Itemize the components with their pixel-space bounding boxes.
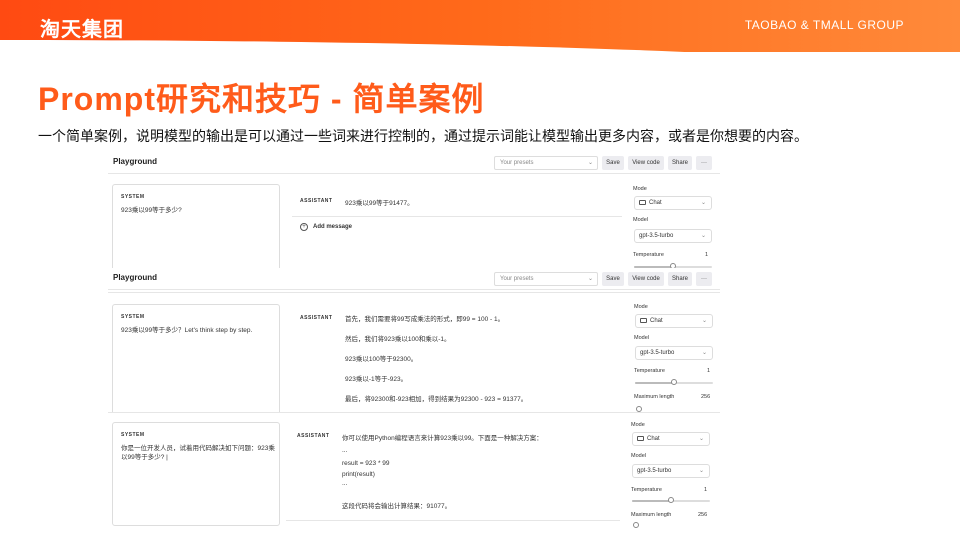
assistant-line: 然后，我们将923乘以100和乘以-1。 [345, 336, 451, 343]
save-button[interactable]: Save [602, 272, 624, 286]
model-select[interactable]: gpt-3.5-turbo ⌄ [635, 346, 713, 360]
model-value: gpt-3.5-turbo [639, 233, 674, 239]
playground-header: Playground Your presets ⌄ Save View code… [108, 268, 720, 290]
chevron-down-icon: ⌄ [700, 233, 706, 239]
assistant-label: ASSISTANT [297, 433, 330, 439]
model-value: gpt-3.5-turbo [637, 468, 672, 474]
model-select[interactable]: gpt-3.5-turbo ⌄ [634, 229, 712, 243]
mode-value: Chat [650, 318, 663, 325]
playground-screenshot-2: Playground Your presets ⌄ Save View code… [108, 268, 720, 414]
model-label: Model [634, 335, 649, 341]
assistant-line: 你可以使用Python编程语言来计算923乘以99。下面是一种解决方案： [342, 435, 543, 442]
playground-header: Playground Your presets ⌄ Save View code… [108, 152, 720, 174]
mode-select[interactable]: Chat ⌄ [635, 314, 713, 328]
assistant-line: 923乘以-1等于-923。 [345, 376, 408, 383]
divider [108, 292, 720, 293]
temperature-label: Temperature [631, 487, 662, 493]
slide-title: Prompt研究和技巧 - 简单案例 [38, 81, 485, 117]
mode-label: Mode [634, 304, 648, 310]
max-length-label: Maximum length [634, 394, 675, 400]
view-code-button[interactable]: View code [628, 156, 664, 170]
temperature-slider-fill [632, 500, 671, 502]
slide: 淘天集团 TAOBAO & TMALL GROUP Prompt研究和技巧 - … [0, 0, 960, 540]
chevron-down-icon: ⌄ [701, 318, 707, 324]
mode-select[interactable]: Chat ⌄ [634, 196, 712, 210]
model-value: gpt-3.5-turbo [640, 350, 675, 356]
assistant-line: 首先，我们需要将99写成乘法的形式，即99 = 100 - 1。 [345, 316, 505, 323]
chevron-down-icon: ⌄ [587, 276, 593, 282]
temperature-label: Temperature [633, 252, 664, 258]
more-button[interactable]: ··· [696, 272, 712, 286]
share-button[interactable]: Share [668, 156, 692, 170]
system-label: SYSTEM [121, 432, 145, 438]
system-text: 923乘以99等于多少？Let's think step by step. [121, 327, 253, 334]
presets-placeholder: Your presets [500, 276, 534, 282]
mode-label: Mode [631, 422, 645, 428]
temperature-value: 1 [704, 487, 708, 493]
share-button[interactable]: Share [668, 272, 692, 286]
divider [292, 216, 622, 217]
view-code-button[interactable]: View code [628, 272, 664, 286]
mode-value: Chat [647, 436, 660, 443]
temperature-label: Temperature [634, 368, 665, 374]
presets-select[interactable]: Your presets ⌄ [494, 272, 598, 286]
chevron-down-icon: ⌄ [700, 200, 706, 206]
assistant-label: ASSISTANT [300, 198, 333, 204]
add-icon[interactable]: + [300, 223, 308, 231]
mode-label: Mode [633, 186, 647, 192]
divider [286, 520, 620, 521]
max-length-value: 256 [698, 512, 708, 518]
model-select[interactable]: gpt-3.5-turbo ⌄ [632, 464, 710, 478]
assistant-line: 923乘以99等于91477。 [345, 200, 414, 207]
max-length-slider-thumb[interactable] [633, 522, 639, 528]
mode-value: Chat [649, 200, 662, 207]
more-button[interactable]: ··· [696, 156, 712, 170]
temperature-slider-thumb[interactable] [671, 379, 677, 385]
playground-screenshot-1: Playground Your presets ⌄ Save View code… [108, 152, 720, 272]
assistant-label: ASSISTANT [300, 315, 333, 321]
chevron-down-icon: ⌄ [587, 160, 593, 166]
assistant-line: 923乘以100等于92300。 [345, 356, 418, 363]
chat-icon [639, 200, 646, 205]
chat-icon [637, 436, 644, 441]
system-text: 923乘以99等于多少? [121, 207, 182, 214]
assistant-line: ... [342, 480, 348, 487]
assistant-line: 这段代码将会输出计算结果：91077。 [342, 503, 452, 510]
system-label: SYSTEM [121, 194, 145, 200]
brand-logo-cn: 淘天集团 [40, 19, 124, 41]
temperature-slider-thumb[interactable] [668, 497, 674, 503]
playground-screenshot-3: SYSTEM 你是一位开发人员，试着用代码解决如下问题：923乘以99等于多少?… [108, 412, 720, 528]
temperature-value: 1 [705, 252, 709, 258]
model-label: Model [631, 453, 646, 459]
playground-title: Playground [113, 273, 158, 282]
assistant-line: 最后，将92300和-923相加，得到结果为92300 - 923 = 9137… [345, 396, 528, 403]
system-message-box[interactable]: SYSTEM 你是一位开发人员，试着用代码解决如下问题：923乘以99等于多少?… [112, 422, 280, 526]
brand-logo-en: TAOBAO & TMALL GROUP [744, 18, 904, 32]
temperature-slider-fill [635, 382, 674, 384]
max-length-value: 256 [701, 394, 711, 400]
presets-placeholder: Your presets [500, 160, 534, 166]
playground-title: Playground [113, 157, 158, 166]
assistant-line: print(result) [342, 471, 375, 478]
chevron-down-icon: ⌄ [698, 468, 704, 474]
chat-icon [640, 318, 647, 323]
add-message-button[interactable]: Add message [313, 224, 352, 230]
assistant-line: ... [342, 447, 348, 454]
chevron-down-icon: ⌄ [698, 436, 704, 442]
assistant-line: result = 923 * 99 [342, 460, 390, 467]
system-message-box[interactable]: SYSTEM 923乘以99等于多少？Let's think step by s… [112, 304, 280, 414]
model-label: Model [633, 217, 648, 223]
system-message-box[interactable]: SYSTEM 923乘以99等于多少? [112, 184, 280, 272]
system-text: 你是一位开发人员，试着用代码解决如下问题：923乘以99等于多少? | [121, 445, 275, 461]
divider [108, 412, 720, 413]
save-button[interactable]: Save [602, 156, 624, 170]
presets-select[interactable]: Your presets ⌄ [494, 156, 598, 170]
mode-select[interactable]: Chat ⌄ [632, 432, 710, 446]
slide-subtitle: 一个简单案例，说明模型的输出是可以通过一些词来进行控制的，通过提示词能让模型输出… [38, 128, 808, 144]
max-length-label: Maximum length [631, 512, 672, 518]
system-label: SYSTEM [121, 314, 145, 320]
temperature-value: 1 [707, 368, 711, 374]
chevron-down-icon: ⌄ [701, 350, 707, 356]
